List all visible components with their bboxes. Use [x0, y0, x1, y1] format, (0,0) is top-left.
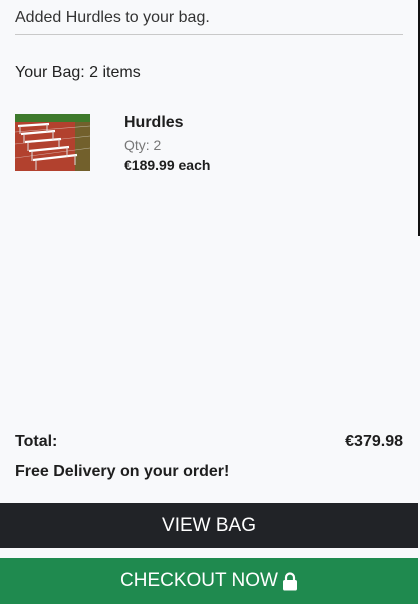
hurdles-track-image [15, 114, 90, 171]
item-name[interactable]: Hurdles [124, 114, 210, 132]
view-bag-label: VIEW BAG [162, 514, 256, 536]
total-value: €379.98 [345, 433, 403, 450]
bag-item: Hurdles Qty: 2 €189.99 each [15, 114, 403, 174]
view-bag-button[interactable]: VIEW BAG [0, 503, 418, 548]
total-row: Total: €379.98 [15, 433, 403, 451]
checkout-label: CHECKOUT NOW [120, 570, 278, 591]
checkout-now-button[interactable]: CHECKOUT NOW [0, 558, 418, 604]
lock-icon [282, 571, 297, 590]
item-price: €189.99 each [124, 157, 211, 173]
bag-preview-panel: Added Hurdles to your bag. Your Bag: 2 i… [0, 0, 418, 604]
item-quantity: Qty: 2 [124, 137, 162, 153]
product-thumbnail[interactable] [15, 114, 90, 171]
total-label: Total: [15, 433, 58, 450]
item-details: Hurdles Qty: 2 €189.99 each [124, 114, 210, 173]
toast-message: Added Hurdles to your bag. [15, 9, 210, 26]
divider [15, 34, 403, 35]
delivery-note: Free Delivery on your order! [15, 463, 230, 480]
bag-summary: Your Bag: 2 items [15, 64, 141, 81]
